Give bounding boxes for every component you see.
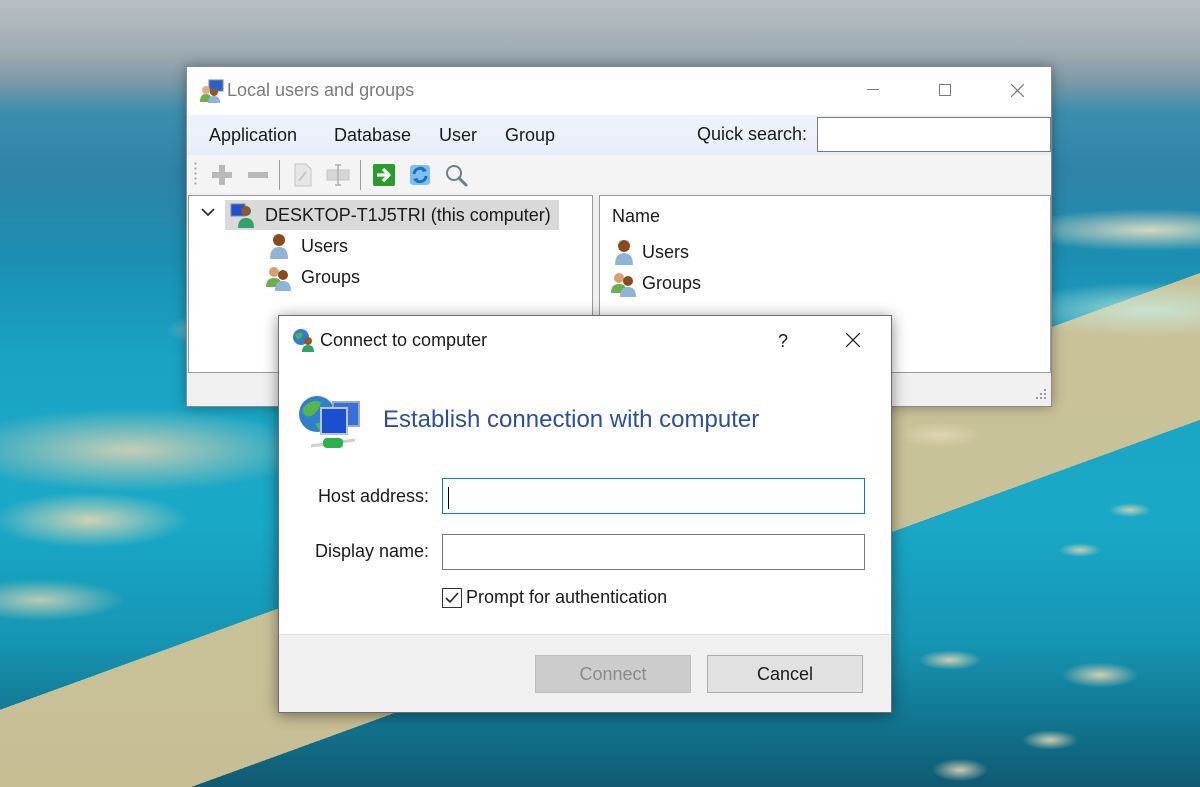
prompt-auth-checkbox-row[interactable]: Prompt for authentication: [442, 587, 667, 608]
display-name-label: Display name:: [314, 541, 429, 561]
chevron-down-icon[interactable]: [201, 206, 215, 218]
text-caret: [448, 487, 449, 509]
toolbar-separator: [360, 160, 361, 190]
list-item-label: Groups: [642, 272, 702, 293]
rename-icon[interactable]: [325, 162, 351, 188]
dialog-footer: Connect Cancel: [279, 634, 891, 712]
tree-node-label: Groups: [301, 266, 361, 287]
connect-icon[interactable]: [371, 162, 397, 188]
close-icon: [845, 332, 861, 348]
minimize-icon: [867, 89, 879, 90]
add-icon[interactable]: [209, 162, 235, 188]
prompt-auth-label: Prompt for authentication: [466, 587, 668, 607]
list-item-label: Users: [642, 241, 690, 262]
prompt-auth-checkbox[interactable]: [442, 587, 462, 608]
list-item[interactable]: Groups: [610, 268, 701, 298]
computer-user-icon: [230, 203, 254, 228]
dialog-close-button[interactable]: [827, 324, 879, 356]
resize-grip-icon[interactable]: [1033, 388, 1047, 402]
group-icon: [266, 267, 291, 291]
users-app-icon: [200, 79, 224, 103]
user-icon: [615, 240, 633, 265]
edit-icon[interactable]: [290, 162, 316, 188]
group-icon: [611, 273, 636, 297]
help-button[interactable]: ?: [757, 326, 809, 356]
tree-node-groups[interactable]: Groups: [265, 262, 360, 292]
tree-node-users[interactable]: Users: [265, 231, 348, 261]
list-item[interactable]: Users: [610, 237, 689, 267]
connect-button[interactable]: Connect: [535, 655, 691, 693]
close-button[interactable]: [981, 67, 1053, 113]
connect-computer-icon: [293, 329, 314, 352]
dialog-heading: Establish connection with computer: [383, 406, 760, 433]
minimize-button[interactable]: [837, 67, 909, 113]
menu-user[interactable]: User: [439, 125, 477, 146]
menu-database[interactable]: Database: [334, 125, 411, 146]
maximize-icon: [939, 84, 951, 96]
quick-search-input[interactable]: [817, 117, 1051, 152]
toolbar-grip[interactable]: [194, 161, 197, 187]
tree-node-label: DESKTOP-T1J5TRI (this computer): [265, 204, 551, 225]
display-name-input[interactable]: [442, 534, 865, 570]
network-computer-icon: [299, 396, 360, 448]
quick-search-label: Quick search:: [697, 124, 808, 144]
dialog-titlebar[interactable]: Connect to computer ?: [279, 316, 891, 364]
menu-group[interactable]: Group: [505, 125, 555, 146]
user-icon: [270, 234, 288, 259]
column-header-name[interactable]: Name: [612, 206, 660, 227]
host-address-input[interactable]: [442, 478, 865, 514]
menu-bar: Application Database User Group Quick se…: [187, 115, 1051, 155]
search-icon[interactable]: [443, 162, 469, 188]
checkmark-icon: [445, 591, 459, 603]
close-icon: [1010, 83, 1024, 97]
maximize-button[interactable]: [909, 67, 981, 113]
main-titlebar[interactable]: Local users and groups: [187, 67, 1051, 115]
cancel-button[interactable]: Cancel: [707, 655, 863, 693]
help-icon: ?: [777, 331, 788, 351]
tree-node-computer[interactable]: DESKTOP-T1J5TRI (this computer): [225, 200, 559, 230]
toolbar-separator: [279, 160, 280, 190]
dialog-title: Connect to computer: [320, 330, 488, 350]
menu-application[interactable]: Application: [209, 125, 297, 146]
remove-icon[interactable]: [245, 162, 271, 188]
host-address-label: Host address:: [317, 486, 429, 506]
tree-node-label: Users: [301, 235, 349, 256]
refresh-icon[interactable]: [407, 162, 433, 188]
connect-dialog: Connect to computer ? Establish connecti…: [278, 315, 892, 713]
window-title: Local users and groups: [227, 80, 415, 100]
toolbar: [187, 155, 1051, 193]
